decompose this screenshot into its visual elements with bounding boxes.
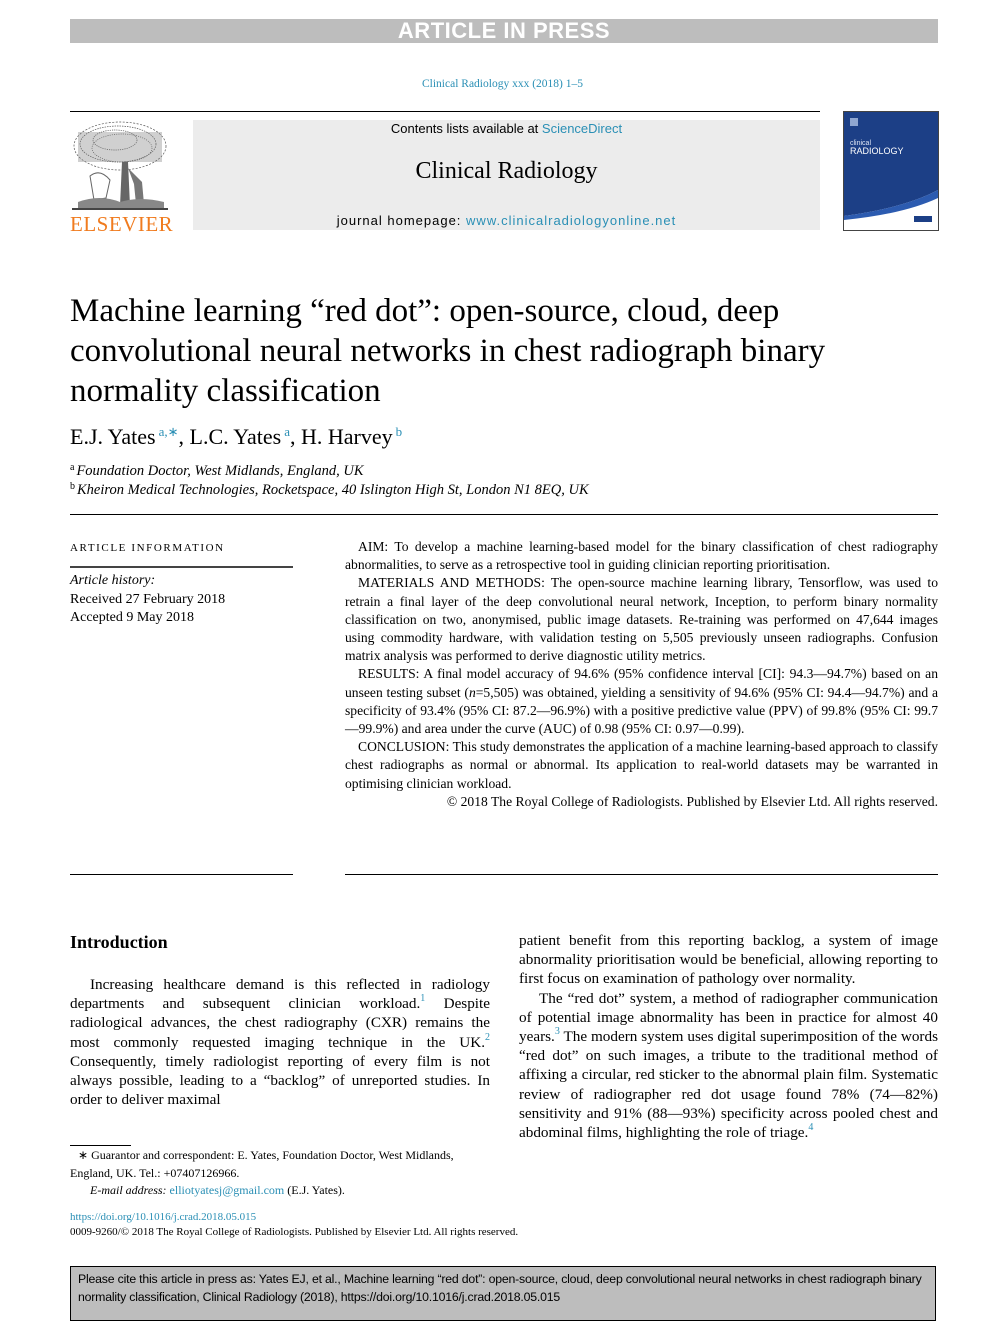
journal-homepage-link[interactable]: www.clinicalradiologyonline.net [466,213,676,228]
journal-cover-thumbnail[interactable]: clinical RADIOLOGY [843,111,939,231]
introduction-heading: Introduction [70,932,168,952]
paragraph: The “red dot” system, a method of radiog… [519,989,938,1143]
footnote-text: Guarantor and correspondent: E. Yates, F… [70,1148,454,1180]
footnote-marker: ∗ [78,1148,89,1162]
doi-link[interactable]: https://doi.org/10.1016/j.crad.2018.05.0… [70,1211,256,1223]
section-divider [70,514,938,515]
affiliation-b: b Kheiron Medical Technologies, Rocketspa… [70,481,589,499]
reference-link[interactable]: 2 [485,1032,490,1043]
email-suffix: (E.J. Yates). [284,1183,345,1197]
article-history: Article history: Received 27 February 20… [70,572,225,628]
abstract-aim: AIM: To develop a machine learning-based… [345,539,938,573]
elsevier-logo[interactable]: ELSEVIER [70,118,174,236]
journal-name: Clinical Radiology [415,158,598,184]
author-name[interactable]: , H. Harvey [290,424,393,449]
elsevier-wordmark: ELSEVIER [70,212,174,236]
article-history-label: Article history: [70,573,156,588]
footnote-line: ∗ Guarantor and correspondent: E. Yates,… [70,1147,490,1182]
paragraph-text: Consequently, timely radiologist reporti… [70,1052,490,1109]
paragraph: patient benefit from this reporting back… [519,932,938,988]
article-in-press-banner: ARTICLE IN PRESS [70,19,938,43]
article-info-bottom-divider [70,874,293,875]
contents-prefix: Contents lists available at [390,121,542,136]
paragraph-text: The modern system uses digital superimpo… [519,1028,938,1142]
homepage-line: journal homepage: www.clinicalradiologyo… [193,213,820,228]
journal-reference-link[interactable]: Clinical Radiology xxx (2018) 1–5 [0,78,992,90]
article-title: Machine learning “red dot”: open-source,… [70,293,826,409]
abstract-copyright: © 2018 The Royal College of Radiologists… [446,793,938,809]
elsevier-tree-icon [70,118,170,214]
abstract-results: RESULTS: A final model accuracy of 94.6%… [345,665,938,738]
issn-copyright-line: 0009-9260/© 2018 The Royal College of Ra… [70,1226,519,1238]
affiliation-text: Foundation Doctor, West Midlands, Englan… [76,463,364,479]
header-divider [70,111,820,112]
body-column-left: Increasing healthcare demand is this ref… [70,975,490,1109]
abstract-methods: MATERIALS AND METHODS: The open-source m… [345,575,938,664]
article-info-heading: ARTICLE INFORMATION [70,542,225,554]
footnote-divider [70,1145,131,1146]
affiliation-mark: a [70,462,75,473]
accepted-date: Accepted 9 May 2018 [70,610,195,625]
results-n-symbol: n [468,684,476,700]
journal-cover-icon: clinical RADIOLOGY [844,112,938,230]
homepage-prefix: journal homepage: [336,213,467,228]
abstract-conclusion: CONCLUSION: This study demonstrates the … [345,739,938,791]
correspondence-footnote: ∗ Guarantor and correspondent: E. Yates,… [70,1147,490,1200]
author-name[interactable]: , L.C. Yates [179,424,282,449]
cover-text-radiology: RADIOLOGY [850,146,904,156]
affiliation-a: a Foundation Doctor, West Midlands, Engla… [70,462,364,480]
author-affiliation-marker[interactable]: a,∗ [159,424,179,439]
author-name[interactable]: E.J. Yates [70,424,156,449]
body-column-right: patient benefit from this reporting back… [519,931,938,1142]
author-list: E.J. Yates a,∗, L.C. Yates a, H. Harvey b [70,424,402,450]
affiliation-text: Kheiron Medical Technologies, Rocketspac… [77,482,589,498]
email-line: E-mail address: elliotyatesj@gmail.com (… [70,1182,490,1200]
paragraph: Increasing healthcare demand is this ref… [70,975,490,1109]
citation-box: Please cite this article in press as: Ya… [70,1266,936,1321]
author-affiliation-marker[interactable]: b [396,424,403,439]
received-date: Received 27 February 2018 [70,591,226,607]
sciencedirect-link[interactable]: ScienceDirect [542,121,622,136]
reference-link[interactable]: 4 [808,1122,813,1133]
abstract-bottom-divider [345,874,938,875]
affiliation-mark: b [70,481,75,492]
article-info-divider [70,566,293,568]
email-link[interactable]: elliotyatesj@gmail.com [170,1183,285,1197]
abstract: AIM: To develop a machine learning-based… [345,538,938,811]
contents-line: Contents lists available at ScienceDirec… [193,121,820,136]
journal-header-box: Contents lists available at ScienceDirec… [193,120,820,230]
email-label: E-mail address: [90,1183,170,1197]
